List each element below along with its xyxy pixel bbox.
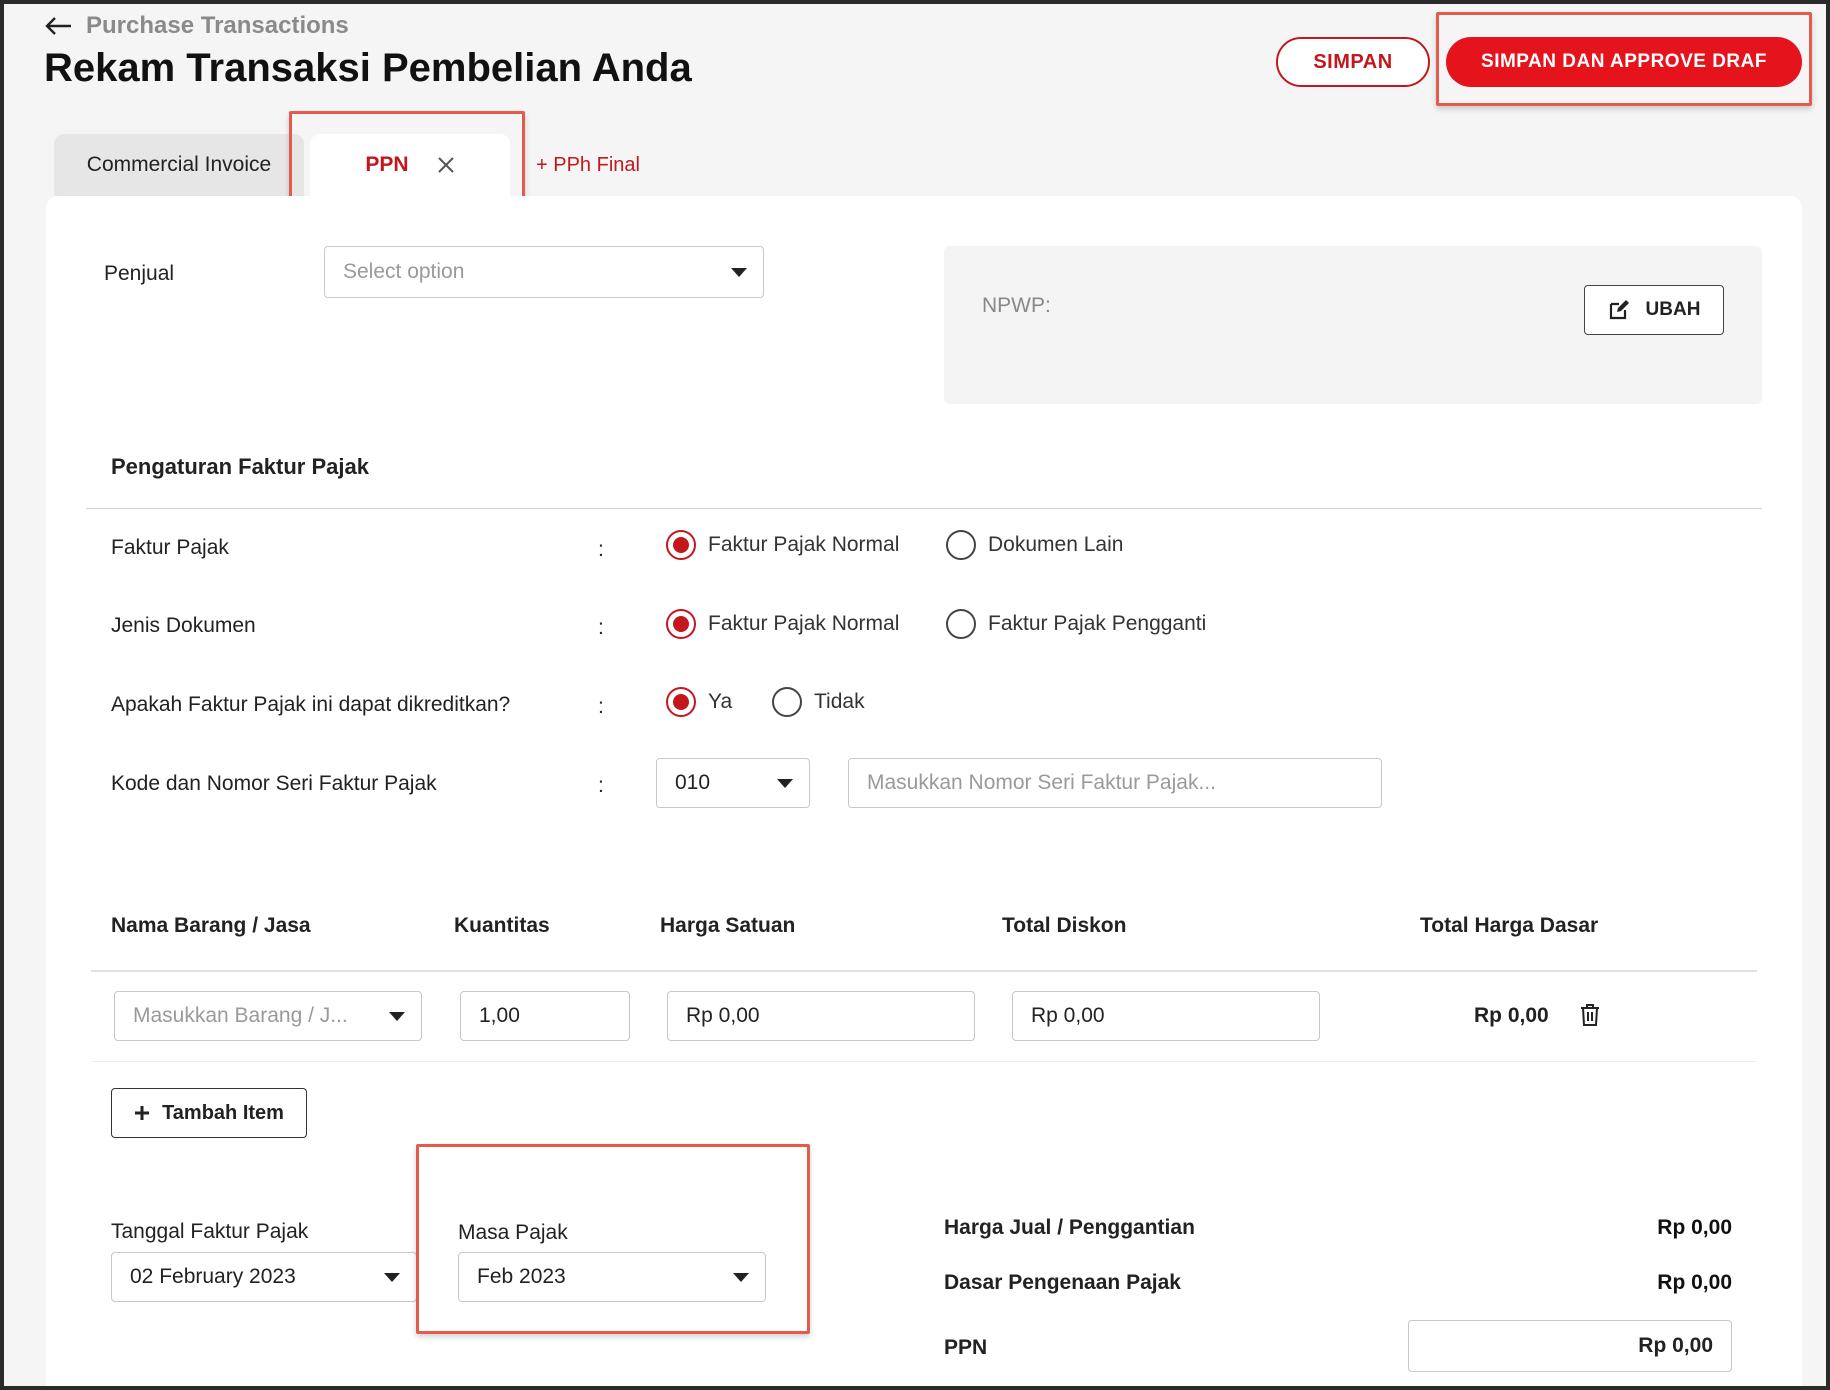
faktur-pajak-label: Faktur Pajak [111, 536, 229, 559]
invoice-date-label: Tanggal Faktur Pajak [111, 1220, 309, 1243]
caret-down-icon [777, 779, 793, 788]
radio-unselected-icon [946, 609, 976, 639]
highlight-approve-button [1436, 12, 1812, 106]
tax-base-value: Rp 0,00 [1657, 1271, 1732, 1294]
radio-label: Faktur Pajak Normal [708, 612, 900, 635]
tab-commercial-invoice-label: Commercial Invoice [86, 153, 272, 176]
radio-unselected-icon [772, 687, 802, 717]
col-header-quantity: Kuantitas [454, 914, 550, 937]
serial-number-placeholder: Masukkan Nomor Seri Faktur Pajak... [867, 771, 1216, 794]
ppn-input[interactable]: Rp 0,00 [1408, 1320, 1732, 1372]
table-header-divider [91, 970, 1757, 972]
quantity-input[interactable]: 1,00 [460, 991, 630, 1041]
seller-select-placeholder: Select option [343, 260, 465, 283]
creditable-label: Apakah Faktur Pajak ini dapat dikreditka… [111, 693, 511, 716]
tax-base-label: Dasar Pengenaan Pajak [944, 1271, 1181, 1294]
selling-price-label: Harga Jual / Penggantian [944, 1216, 1195, 1239]
add-pph-final-tab[interactable]: + PPh Final [536, 154, 640, 177]
edit-npwp-button[interactable]: UBAH [1584, 285, 1724, 335]
highlight-tax-period [416, 1144, 810, 1334]
tax-code-value: 010 [675, 771, 711, 794]
radio-label: Faktur Pajak Normal [708, 533, 900, 556]
page-title: Rekam Transaksi Pembelian Anda [44, 46, 692, 90]
seller-label: Penjual [104, 262, 175, 285]
back-link[interactable]: Purchase Transactions [44, 12, 349, 40]
tax-settings-heading: Pengaturan Faktur Pajak [111, 454, 369, 479]
invoice-date-value: 02 February 2023 [130, 1265, 296, 1288]
col-header-unit-price: Harga Satuan [660, 914, 796, 937]
serial-number-input[interactable]: Masukkan Nomor Seri Faktur Pajak... [848, 758, 1382, 808]
app-frame: Purchase Transactions Rekam Transaksi Pe… [4, 4, 1826, 1386]
radio-jenis-pengganti[interactable]: Faktur Pajak Pengganti [946, 609, 1206, 639]
col-header-discount: Total Diskon [1002, 914, 1127, 937]
table-row-divider [91, 1061, 1757, 1062]
radio-unselected-icon [946, 530, 976, 560]
radio-ya[interactable]: Ya [666, 687, 732, 717]
radio-selected-icon [666, 687, 696, 717]
trash-icon[interactable] [1580, 1004, 1600, 1026]
radio-selected-icon [666, 609, 696, 639]
back-arrow-icon [45, 17, 71, 35]
invoice-date-select[interactable]: 02 February 2023 [111, 1252, 417, 1302]
discount-value: Rp 0,00 [1031, 1004, 1105, 1027]
code-serial-label: Kode dan Nomor Seri Faktur Pajak [111, 772, 437, 795]
col-header-total: Total Harga Dasar [1420, 914, 1599, 937]
selling-price-value: Rp 0,00 [1657, 1216, 1732, 1239]
radio-label: Dokumen Lain [988, 533, 1124, 556]
npwp-panel: NPWP: UBAH [944, 246, 1762, 404]
colon: : [598, 616, 604, 639]
save-button[interactable]: SIMPAN [1276, 37, 1430, 87]
radio-jenis-normal[interactable]: Faktur Pajak Normal [666, 609, 899, 639]
edit-icon [1609, 300, 1629, 320]
seller-select[interactable]: Select option [324, 246, 764, 298]
back-link-label: Purchase Transactions [86, 12, 349, 39]
colon: : [598, 695, 604, 718]
plus-icon [135, 1106, 150, 1120]
add-item-label: Tambah Item [162, 1101, 284, 1124]
edit-npwp-label: UBAH [1645, 299, 1701, 320]
add-item-button[interactable]: Tambah Item [111, 1088, 307, 1138]
jenis-dokumen-label: Jenis Dokumen [111, 614, 256, 637]
colon: : [598, 538, 604, 561]
radio-faktur-normal[interactable]: Faktur Pajak Normal [666, 530, 899, 560]
unit-price-value: Rp 0,00 [686, 1004, 760, 1027]
tab-commercial-invoice[interactable]: Commercial Invoice [54, 134, 304, 196]
ppn-label: PPN [944, 1336, 988, 1359]
caret-down-icon [389, 1012, 405, 1021]
colon: : [598, 774, 604, 797]
radio-label: Tidak [814, 690, 865, 713]
unit-price-input[interactable]: Rp 0,00 [667, 991, 975, 1041]
npwp-label: NPWP: [982, 294, 1051, 317]
radio-tidak[interactable]: Tidak [772, 687, 865, 717]
quantity-value: 1,00 [479, 1004, 520, 1027]
radio-label: Ya [708, 690, 733, 713]
row-total-value: Rp 0,00 [1474, 1004, 1549, 1027]
caret-down-icon [731, 268, 747, 277]
radio-label: Faktur Pajak Pengganti [988, 612, 1207, 635]
col-header-item: Nama Barang / Jasa [111, 914, 311, 937]
item-select[interactable]: Masukkan Barang / J... [114, 991, 422, 1041]
item-select-placeholder: Masukkan Barang / J... [133, 1004, 348, 1027]
section-divider [86, 508, 1762, 509]
tax-code-select[interactable]: 010 [656, 758, 810, 808]
discount-input[interactable]: Rp 0,00 [1012, 991, 1320, 1041]
radio-selected-icon [666, 530, 696, 560]
caret-down-icon [384, 1273, 400, 1282]
form-card: Penjual Select option NPWP: UBAH Pengatu… [46, 196, 1802, 1386]
ppn-value: Rp 0,00 [1638, 1334, 1713, 1357]
radio-dokumen-lain[interactable]: Dokumen Lain [946, 530, 1123, 560]
